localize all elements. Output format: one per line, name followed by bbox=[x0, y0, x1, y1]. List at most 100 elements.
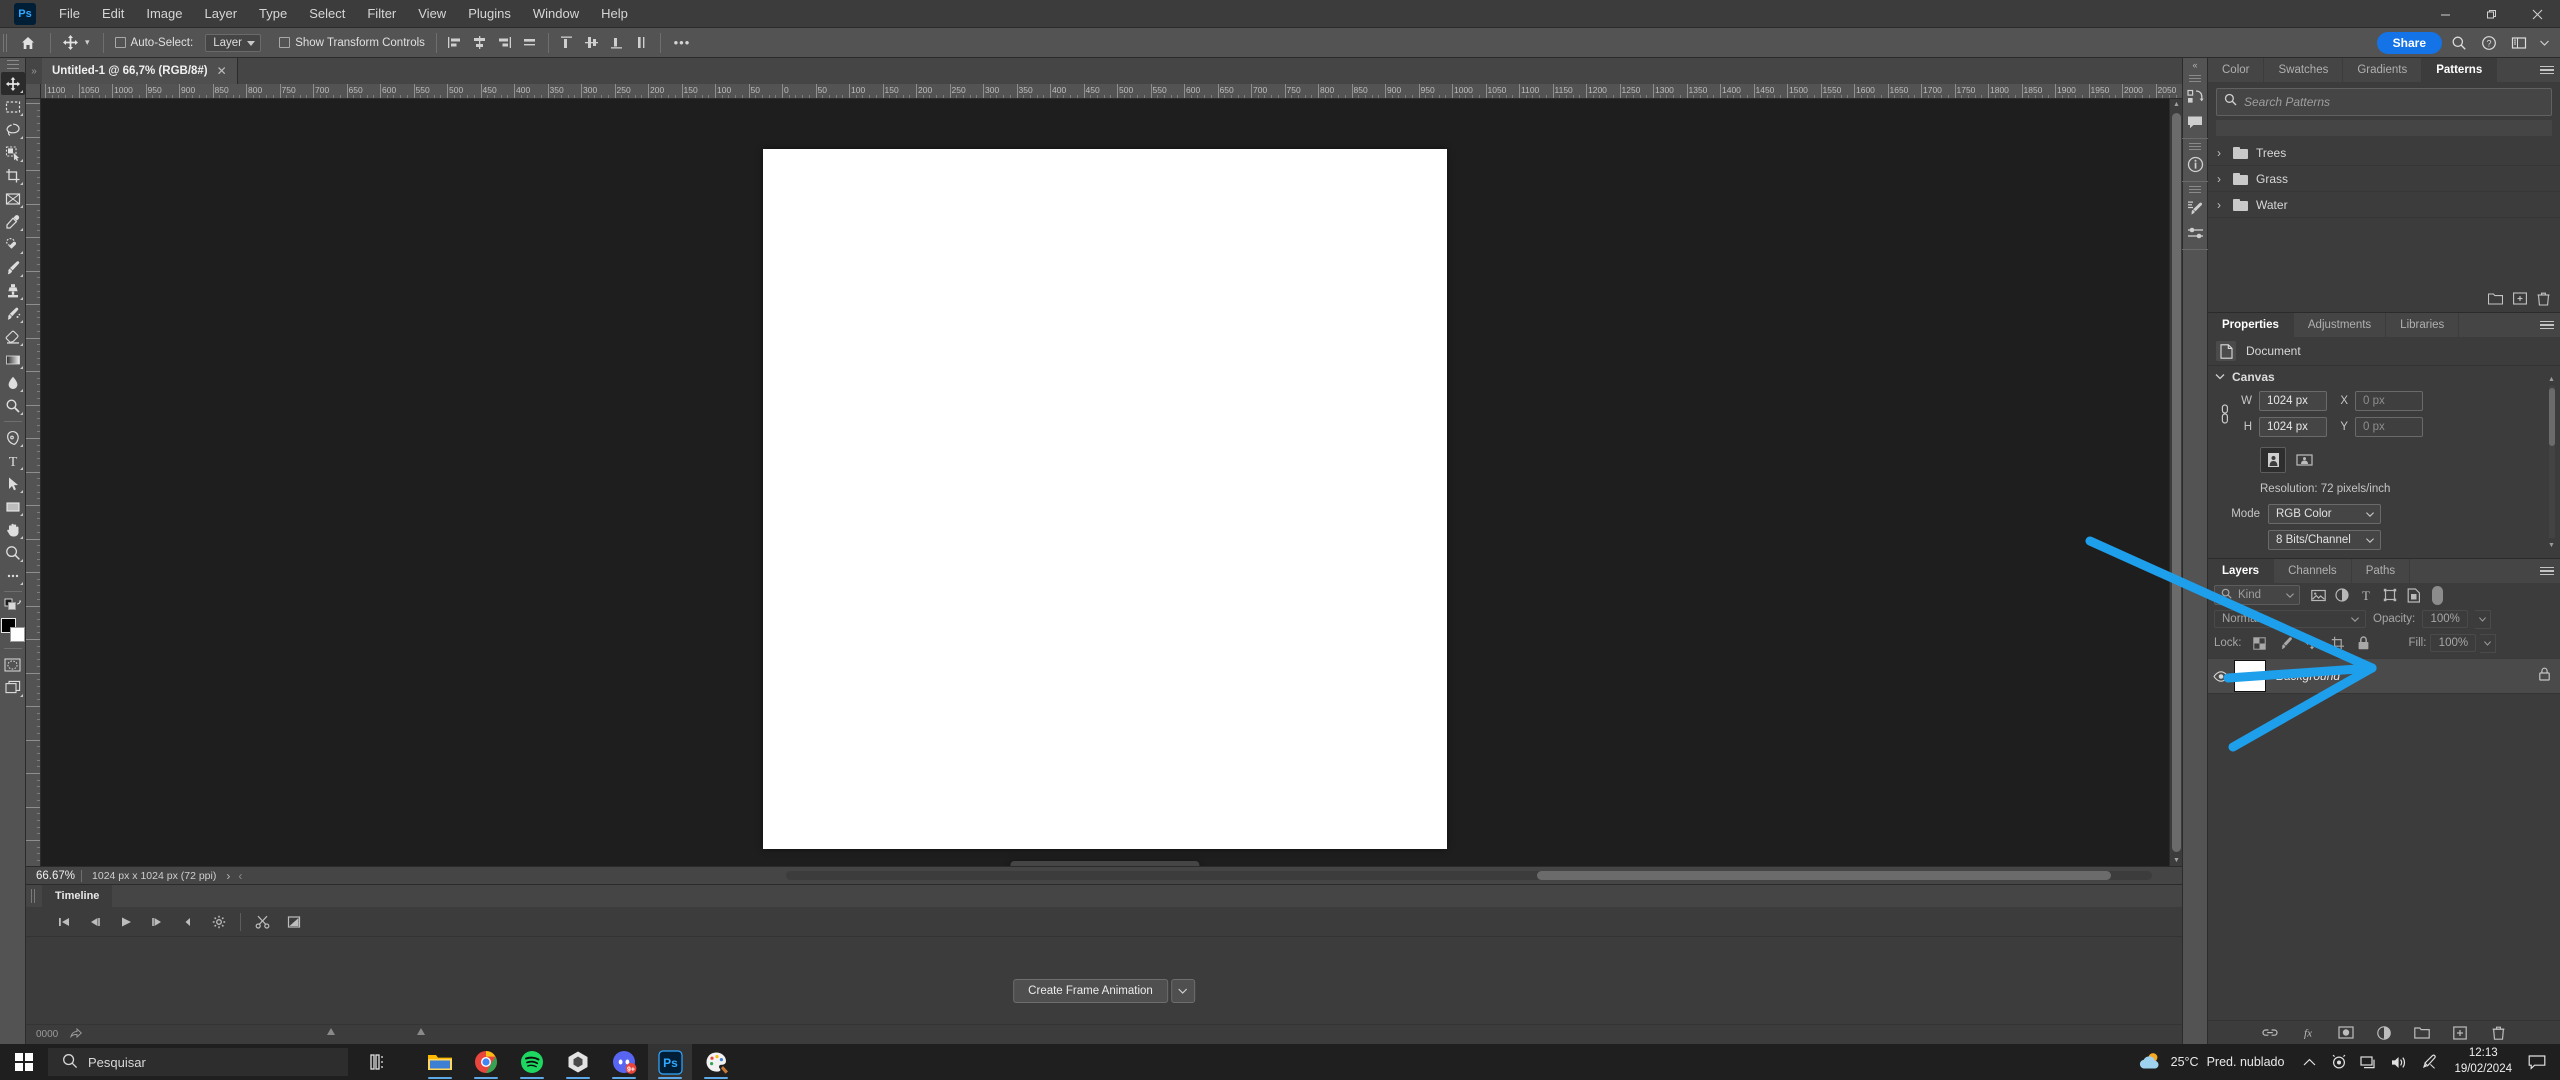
menu-image[interactable]: Image bbox=[135, 1, 193, 26]
pen-icon[interactable] bbox=[2414, 1044, 2444, 1080]
rail-grip[interactable] bbox=[2189, 186, 2201, 193]
menu-layer[interactable]: Layer bbox=[194, 1, 249, 26]
fill-input[interactable]: 100% bbox=[2430, 634, 2477, 652]
zoom-level-field[interactable]: 66.67% bbox=[26, 870, 81, 882]
lock-transparent-pixels-icon[interactable] bbox=[2249, 633, 2271, 654]
rail-grip[interactable] bbox=[2189, 143, 2201, 150]
layer-list[interactable]: Background bbox=[2208, 655, 2560, 1020]
default-colors-icon[interactable] bbox=[1, 596, 25, 614]
home-icon[interactable] bbox=[13, 35, 43, 51]
zoom-tool[interactable] bbox=[1, 541, 25, 564]
timeline-workspace[interactable]: Create Frame Animation bbox=[26, 937, 2182, 1024]
show-transform-controls-checkbox[interactable]: Show Transform Controls bbox=[275, 37, 429, 49]
horizontal-ruler[interactable]: 1100 1050 1000 950 900 850 800 750 700 650 600 550 5… bbox=[41, 84, 2182, 99]
menu-help[interactable]: Help bbox=[590, 1, 639, 26]
pattern-group-water[interactable]: › Water bbox=[2208, 192, 2560, 218]
filter-toggle-switch[interactable] bbox=[2432, 585, 2443, 605]
options-more-button[interactable]: ••• bbox=[668, 32, 696, 54]
eyedropper-tool[interactable] bbox=[1, 210, 25, 233]
add-layer-mask-icon[interactable] bbox=[2337, 1024, 2355, 1042]
document-tab[interactable]: Untitled-1 @ 66,7% (RGB/8#) ✕ bbox=[42, 58, 238, 84]
blend-mode-dropdown[interactable]: Normal bbox=[2214, 610, 2366, 628]
adjustments-brush-icon[interactable] bbox=[2182, 195, 2208, 220]
tab-timeline[interactable]: Timeline bbox=[42, 885, 113, 907]
section-collapse-chevron-icon[interactable] bbox=[2215, 372, 2225, 382]
link-dimensions-icon[interactable] bbox=[2216, 403, 2234, 425]
auto-select-scope-dropdown[interactable]: Layer bbox=[205, 33, 262, 52]
lock-artboard-nesting-icon[interactable] bbox=[2327, 633, 2349, 654]
delete-layer-icon[interactable] bbox=[2489, 1024, 2507, 1042]
status-next-icon[interactable]: › bbox=[226, 869, 238, 883]
tab-properties[interactable]: Properties bbox=[2208, 313, 2294, 337]
layer-thumbnail[interactable] bbox=[2234, 660, 2266, 692]
vertical-scroll-thumb[interactable] bbox=[2172, 113, 2181, 852]
timeline-grip[interactable] bbox=[26, 885, 42, 907]
windows-start-icon[interactable] bbox=[0, 1053, 48, 1071]
task-view-icon[interactable] bbox=[358, 1044, 402, 1080]
layer-filter-kind-dropdown[interactable]: Kind bbox=[2214, 585, 2300, 605]
height-input[interactable]: 1024 px bbox=[2259, 417, 2327, 437]
scroll-down-icon[interactable]: ▼ bbox=[2547, 540, 2556, 550]
tabs-expand-icon[interactable]: » bbox=[26, 58, 42, 84]
tab-libraries[interactable]: Libraries bbox=[2386, 313, 2460, 337]
new-fill-adjustment-icon[interactable] bbox=[2375, 1024, 2393, 1042]
properties-scrollbar[interactable]: ▲ ▼ bbox=[2547, 374, 2556, 550]
tab-layers[interactable]: Layers bbox=[2208, 559, 2275, 583]
new-group-icon[interactable] bbox=[2413, 1024, 2431, 1042]
align-vertical-centers-icon[interactable] bbox=[581, 32, 603, 54]
menu-file[interactable]: File bbox=[48, 1, 91, 26]
taskbar-app-discord[interactable]: 9+ bbox=[602, 1044, 646, 1080]
collapse-panels-icon[interactable]: « bbox=[2182, 58, 2208, 71]
lock-all-icon[interactable] bbox=[2353, 633, 2375, 654]
opacity-chevron-down-icon[interactable] bbox=[2475, 609, 2492, 629]
eraser-tool[interactable] bbox=[1, 325, 25, 348]
taskbar-app-spotify[interactable] bbox=[510, 1044, 554, 1080]
transition-icon[interactable] bbox=[278, 909, 309, 935]
link-layers-icon[interactable] bbox=[2261, 1024, 2279, 1042]
tab-channels[interactable]: Channels bbox=[2274, 559, 2352, 583]
create-animation-chevron-down-icon[interactable] bbox=[1170, 979, 1195, 1003]
y-input[interactable]: 0 px bbox=[2355, 417, 2423, 437]
canvas-vertical-scrollbar[interactable]: ▲ ▼ bbox=[2169, 99, 2182, 866]
tab-color[interactable]: Color bbox=[2208, 58, 2265, 82]
fill-chevron-down-icon[interactable] bbox=[2480, 633, 2497, 653]
distribute-vertical-icon[interactable] bbox=[631, 32, 653, 54]
split-clip-icon[interactable] bbox=[247, 909, 278, 935]
go-to-first-frame-icon[interactable] bbox=[48, 909, 79, 935]
scroll-up-icon[interactable]: ▲ bbox=[2170, 99, 2183, 110]
previous-frame-icon[interactable] bbox=[79, 909, 110, 935]
dodge-tool[interactable] bbox=[1, 394, 25, 417]
gradient-tool[interactable] bbox=[1, 348, 25, 371]
foreground-background-color-swatches[interactable] bbox=[0, 618, 25, 642]
expand-chevron-icon[interactable]: › bbox=[2213, 146, 2225, 160]
timeline-handle-right-icon[interactable] bbox=[416, 1023, 426, 1041]
menu-type[interactable]: Type bbox=[248, 1, 298, 26]
canvas-viewport[interactable]: Import image ••• bbox=[41, 99, 2169, 866]
tone-curve-icon[interactable] bbox=[2182, 220, 2208, 245]
libraries-icon[interactable] bbox=[2182, 84, 2208, 109]
canvas-section-header[interactable]: Canvas bbox=[2208, 370, 2560, 384]
properties-scroll-thumb[interactable] bbox=[2549, 388, 2555, 446]
panel-menu-icon[interactable] bbox=[2540, 559, 2554, 583]
search-icon[interactable] bbox=[2446, 30, 2472, 56]
width-input[interactable]: 1024 px bbox=[2259, 391, 2327, 411]
layer-style-fx-icon[interactable]: fx bbox=[2299, 1024, 2317, 1042]
patterns-search-input[interactable] bbox=[2244, 95, 2544, 109]
tool-preset-chevron-down-icon[interactable]: ▾ bbox=[83, 37, 96, 48]
tab-adjustments[interactable]: Adjustments bbox=[2293, 313, 2387, 337]
canvas-artboard[interactable] bbox=[763, 149, 1447, 849]
delete-icon[interactable] bbox=[2537, 292, 2550, 311]
portrait-orientation-icon[interactable] bbox=[2260, 447, 2286, 473]
align-bottom-edges-icon[interactable] bbox=[606, 32, 628, 54]
taskbar-clock[interactable]: 12:13 19/02/2024 bbox=[2444, 1046, 2522, 1077]
taskbar-app-file-explorer[interactable] bbox=[418, 1044, 462, 1080]
edit-toolbar-tool[interactable] bbox=[1, 564, 25, 587]
filter-smart-object-icon[interactable] bbox=[2402, 584, 2426, 606]
audio-icon[interactable] bbox=[172, 909, 203, 935]
horizontal-scroll-thumb[interactable] bbox=[1537, 871, 2112, 880]
clone-stamp-tool[interactable] bbox=[1, 279, 25, 302]
screen-mode-icon[interactable] bbox=[1, 676, 25, 699]
crop-tool[interactable] bbox=[1, 164, 25, 187]
taskbar-app-paint[interactable] bbox=[694, 1044, 738, 1080]
menu-window[interactable]: Window bbox=[522, 1, 590, 26]
